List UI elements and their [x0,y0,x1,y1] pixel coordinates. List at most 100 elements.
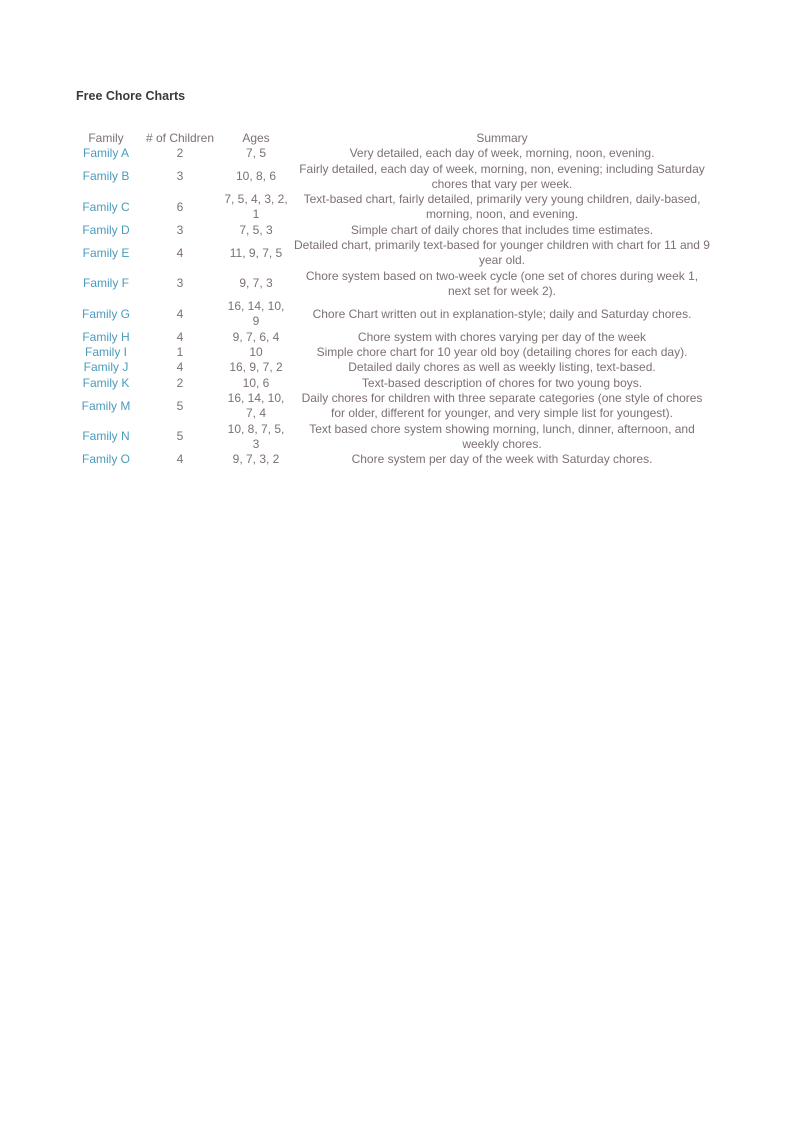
summary-text: Chore system per day of the week with Sa… [351,452,653,467]
children-count: 6 [176,199,184,214]
ages-value: 10, 8, 7, 5, 3 [227,421,285,451]
ages-cell: 10 [220,345,292,360]
children-count: 2 [176,146,184,161]
summary-text: Detailed daily chores as well as weekly … [348,360,656,375]
summary-text: Chore system based on two-week cycle (on… [305,268,699,298]
table-header-row: Family # of Children Ages Summary [72,131,712,146]
header-children: # of Children [145,131,215,145]
summary-cell: Text-based chart, fairly detailed, prima… [292,192,712,223]
table-row: Family M 5 16, 14, 10, 7, 4 Daily chores fo… [72,391,712,422]
table-row: Family F 3 9, 7, 3 Chore system based on tw… [72,268,712,299]
summary-text: Simple chart of daily chores that includ… [350,222,654,237]
children-count: 3 [176,222,184,237]
summary-cell: Text based chore system showing morning,… [292,421,712,452]
family-link[interactable]: Family N [72,421,140,452]
family-link[interactable]: Family G [72,299,140,330]
table-row: Family O 4 9, 7, 3, 2 Chore system per day … [72,452,712,467]
children-count: 4 [176,306,184,321]
summary-cell: Chore system with chores varying per day… [292,330,712,345]
ages-value: 7, 5 [245,146,266,161]
family-link[interactable]: Family K [72,375,140,390]
ages-cell: 10, 8, 7, 5, 3 [220,421,292,452]
family-link[interactable]: Family M [72,391,140,422]
table-row: Family G 4 16, 14, 10, 9 Chore Chart writte… [72,299,712,330]
ages-cell: 9, 7, 3 [220,268,292,299]
summary-cell: Detailed daily chores as well as weekly … [292,360,712,375]
summary-text: Daily chores for children with three sep… [301,391,703,421]
children-count: 3 [176,276,184,291]
family-link[interactable]: Family O [72,452,140,467]
summary-text: Detailed chart, primarily text-based for… [294,238,710,268]
ages-value: 10 [249,345,263,359]
ages-cell: 16, 9, 7, 2 [220,360,292,375]
ages-value: 11, 9, 7, 5 [229,245,283,260]
summary-text: Very detailed, each day of week, morning… [349,146,655,161]
ages-value: 9, 7, 6, 4 [232,329,280,344]
summary-cell: Chore Chart written out in explanation-s… [292,299,712,330]
ages-cell: 7, 5, 3 [220,222,292,237]
ages-value: 16, 14, 10, 9 [227,299,285,329]
summary-cell: Detailed chart, primarily text-based for… [292,238,712,269]
children-count: 4 [176,452,184,467]
ages-value: 9, 7, 3 [239,276,273,291]
ages-cell: 16, 14, 10, 9 [220,299,292,330]
ages-cell: 7, 5 [220,146,292,161]
header-summary: Summary [476,131,528,145]
ages-value: 16, 14, 10, 7, 4 [227,391,285,421]
family-link[interactable]: Family H [72,330,140,345]
ages-cell: 16, 14, 10, 7, 4 [220,391,292,422]
children-count: 5 [176,398,184,413]
children-count: 5 [176,429,184,444]
summary-text: Simple chore chart for 10 year old boy (… [316,345,688,359]
ages-cell: 7, 5, 4, 3, 2, 1 [220,192,292,223]
ages-value: 9, 7, 3, 2 [232,452,280,467]
summary-text: Chore Chart written out in explanation-s… [312,306,692,321]
family-link[interactable]: Family A [72,146,140,161]
table-row: Family D 3 7, 5, 3 Simple chart of daily ch… [72,222,712,237]
table-row: Family N 5 10, 8, 7, 5, 3 Text based chore … [72,421,712,452]
summary-text: Text-based description of chores for two… [361,375,643,390]
header-family: Family [88,131,124,145]
children-count: 4 [176,245,184,260]
summary-text: Text based chore system showing morning,… [309,421,695,451]
family-link[interactable]: Family C [72,192,140,223]
ages-cell: 10, 8, 6 [220,161,292,192]
summary-cell: Chore system based on two-week cycle (on… [292,268,712,299]
family-link[interactable]: Family F [72,268,140,299]
children-count: 4 [176,360,184,375]
family-link[interactable]: Family D [72,222,140,237]
table-body: Family A 2 7, 5 Very detailed, each day of … [72,146,712,467]
ages-cell: 11, 9, 7, 5 [220,238,292,269]
ages-value: 10, 6 [242,375,270,390]
table-row: Family H 4 9, 7, 6, 4 Chore system with cho… [72,330,712,345]
ages-value: 16, 9, 7, 2 [229,360,283,375]
family-link[interactable]: Family E [72,238,140,269]
summary-cell: Simple chore chart for 10 year old boy (… [292,345,712,360]
ages-value: 10, 8, 6 [235,169,277,184]
summary-cell: Fairly detailed, each day of week, morni… [292,161,712,192]
table-row: Family J 4 16, 9, 7, 2 Detailed daily chore… [72,360,712,375]
family-link[interactable]: Family I [72,345,140,360]
summary-cell: Daily chores for children with three sep… [292,391,712,422]
ages-cell: 9, 7, 6, 4 [220,330,292,345]
summary-cell: Simple chart of daily chores that includ… [292,222,712,237]
table-row: Family A 2 7, 5 Very detailed, each day of … [72,146,712,161]
ages-cell: 9, 7, 3, 2 [220,452,292,467]
summary-text: Text-based chart, fairly detailed, prima… [303,192,701,222]
children-count: 3 [176,169,184,184]
summary-text: Chore system with chores varying per day… [357,329,647,344]
family-link[interactable]: Family B [72,161,140,192]
children-count: 2 [176,375,184,390]
table-row: Family C 6 7, 5, 4, 3, 2, 1 Text-based char… [72,192,712,223]
ages-value: 7, 5, 4, 3, 2, 1 [224,192,288,222]
summary-text: Fairly detailed, each day of week, morni… [299,161,705,191]
children-count: 4 [176,329,184,344]
table-row: Family I 1 10 Simple chore chart for 10 yea… [72,345,712,360]
header-ages: Ages [242,131,270,145]
ages-value: 7, 5, 3 [239,222,273,237]
summary-cell: Text-based description of chores for two… [292,375,712,390]
family-link[interactable]: Family J [72,360,140,375]
summary-cell: Chore system per day of the week with Sa… [292,452,712,467]
table-row: Family E 4 11, 9, 7, 5 Detailed chart, prim… [72,238,712,269]
summary-cell: Very detailed, each day of week, morning… [292,146,712,161]
